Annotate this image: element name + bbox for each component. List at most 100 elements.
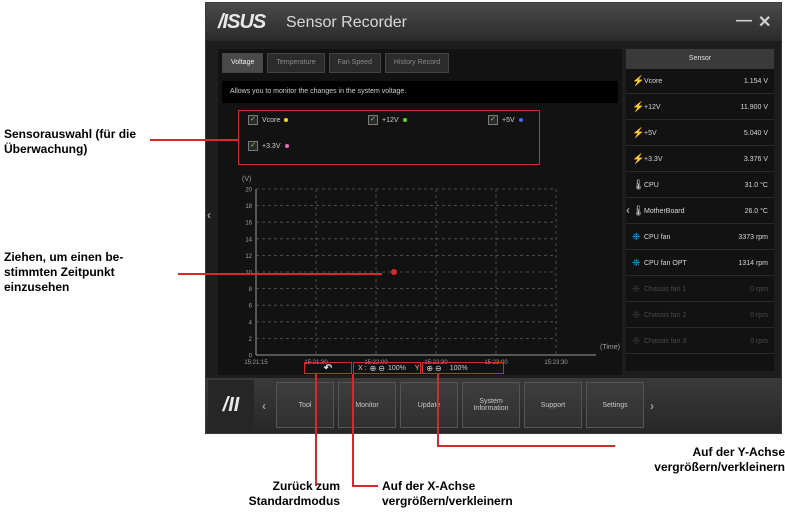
window-title: Sensor Recorder — [286, 14, 407, 31]
title-bar: /ISUS Sensor Recorder — ✕ — [206, 3, 781, 41]
x-zoom-value: 100% — [387, 364, 406, 372]
y-tick-label: 4 — [249, 320, 253, 326]
fan-icon: ❈ — [632, 284, 641, 295]
ai-suite-logo[interactable]: /II — [208, 380, 254, 430]
nav-left-arrow-icon[interactable]: ‹ — [262, 399, 266, 413]
callout-sensor-selection: Sensorauswahl (für die Überwachung) — [4, 127, 137, 156]
bottom-navigation-bar: /II ‹ Tool Monitor Update System Informa… — [206, 378, 781, 433]
y-tick-label: 14 — [245, 237, 252, 243]
tab-fan-speed[interactable]: Fan Speed — [328, 53, 381, 73]
minimize-button[interactable]: — — [736, 12, 752, 30]
sensor-row: 🌡 MotherBoard 26.0 °C — [626, 201, 774, 224]
sensor-value: 31.0 °C — [744, 182, 768, 189]
sensor-name: Vcore — [644, 78, 663, 85]
sensor-value: 3.376 V — [743, 156, 768, 163]
sensor-name: +3.3V — [644, 156, 663, 163]
close-button[interactable]: ✕ — [758, 12, 771, 32]
zoom-controls: ↶ X : ⊕ ⊖ 100% Y : ⊕ ⊖ 100% — [306, 362, 468, 374]
tab-history-record[interactable]: History Record — [384, 53, 450, 73]
voltage-icon: ⚡ — [632, 154, 645, 165]
sensor-value: 5.040 V — [743, 130, 768, 137]
y-tick-label: 16 — [245, 221, 252, 227]
update-button[interactable]: Update — [400, 382, 458, 428]
callout-y-zoom: Auf der Y-Achse vergrößern/verkleinern — [654, 445, 785, 474]
tab-bar: Voltage Temperature Fan Speed History Re… — [222, 53, 450, 73]
callout-reset: Zurück zum Standardmodus — [248, 479, 340, 508]
fan-icon: ❈ — [632, 336, 641, 347]
sensor-name: CPU fan OPT — [644, 260, 687, 267]
sensor-row: 🌡 CPU 31.0 °C — [626, 175, 774, 198]
tab-temperature[interactable]: Temperature — [267, 53, 325, 73]
voltage-icon: ⚡ — [632, 76, 645, 87]
nav-right-arrow-icon[interactable]: › — [650, 399, 654, 413]
y-tick-label: 12 — [245, 254, 252, 260]
sensor-name: Chassis fan 1 — [644, 286, 687, 293]
x-zoom-out-icon[interactable]: ⊖ — [378, 364, 385, 373]
y-zoom-in-icon[interactable]: ⊕ — [426, 364, 433, 373]
y-tick-label: 2 — [249, 337, 253, 343]
description-text: Allows you to monitor the changes in the… — [222, 81, 618, 103]
sensor-name: Chassis fan 2 — [644, 312, 687, 319]
fan-icon: ❈ — [632, 258, 641, 269]
x-zoom-in-icon[interactable]: ⊕ — [370, 364, 377, 373]
tool-button[interactable]: Tool — [276, 382, 334, 428]
support-button[interactable]: Support — [524, 382, 582, 428]
y-tick-label: 18 — [245, 204, 252, 210]
callout-line-x — [352, 374, 354, 486]
y-tick-label: 6 — [249, 304, 253, 310]
panel-toggle-arrow-icon[interactable]: ‹ — [626, 203, 630, 217]
y-tick-label: 0 — [249, 354, 253, 360]
sensor-value: 0 rpm — [750, 286, 768, 293]
sensor-side-panel: Sensor ⚡ Vcore 1.154 V ⚡ +12V 11.900 V ⚡ +5V 5.0… — [626, 49, 774, 371]
sensor-row: ❈ CPU fan 3373 rpm — [626, 227, 774, 250]
sensor-name: Chassis fan 3 — [644, 338, 687, 345]
y-tick-label: 8 — [249, 287, 253, 293]
fan-icon: ❈ — [632, 310, 641, 321]
sensor-value: 3373 rpm — [738, 234, 768, 241]
voltage-icon: ⚡ — [632, 128, 645, 139]
sensor-row: ❈ Chassis fan 1 0 rpm — [626, 279, 774, 302]
sensor-value: 11.900 V — [740, 104, 768, 111]
x-zoom-label: X : — [358, 364, 367, 372]
callout-drag: Ziehen, um einen be-stimmten Zeitpunkt e… — [4, 250, 124, 294]
sensor-name: CPU fan — [644, 234, 671, 241]
x-tick-label: 15:21:15 — [244, 360, 268, 366]
time-cursor-marker[interactable] — [391, 269, 397, 275]
left-arrow-icon[interactable]: ‹ — [207, 208, 211, 222]
callout-line-y — [437, 374, 439, 446]
sensor-name: MotherBoard — [644, 208, 685, 215]
callout-x-zoom: Auf der X-Achse vergrößern/verkleinern — [382, 479, 513, 508]
sensor-row: ⚡ +5V 5.040 V — [626, 123, 774, 146]
main-panel: Voltage Temperature Fan Speed History Re… — [218, 49, 622, 375]
sensor-name: +12V — [644, 104, 661, 111]
voltage-chart[interactable]: (V)0246810121416182015:21:1515:21:3015:2… — [236, 169, 626, 369]
sensor-name: CPU — [644, 182, 659, 189]
voltage-icon: ⚡ — [632, 102, 645, 113]
sensor-value: 0 rpm — [750, 312, 768, 319]
reset-icon[interactable]: ↶ — [306, 363, 350, 374]
monitor-button[interactable]: Monitor — [338, 382, 396, 428]
side-panel-header: Sensor — [626, 49, 774, 69]
thermometer-icon: 🌡 — [632, 206, 645, 217]
y-zoom-out-icon[interactable]: ⊖ — [435, 364, 442, 373]
thermometer-icon: 🌡 — [632, 180, 645, 191]
callout-line-drag — [178, 273, 382, 275]
x-axis-label: (Time) — [600, 344, 620, 351]
sensor-value: 0 rpm — [750, 338, 768, 345]
sensor-name: +5V — [644, 130, 657, 137]
sensor-row: ⚡ +12V 11.900 V — [626, 97, 774, 120]
y-axis-label: (V) — [242, 176, 251, 183]
system-information-button[interactable]: System Information — [462, 382, 520, 428]
sensor-row: ❈ CPU fan OPT 1314 rpm — [626, 253, 774, 276]
settings-button[interactable]: Settings — [586, 382, 644, 428]
tab-voltage[interactable]: Voltage — [222, 53, 264, 73]
callout-line-y-h — [437, 445, 615, 447]
y-tick-label: 20 — [245, 188, 252, 194]
sensor-row: ⚡ Vcore 1.154 V — [626, 71, 774, 94]
asus-logo: /ISUS — [218, 11, 266, 33]
sensor-value: 1.154 V — [743, 78, 768, 85]
callout-line-reset — [315, 374, 317, 486]
sensor-selection-highlight — [238, 110, 540, 165]
sensor-row: ⚡ +3.3V 3.376 V — [626, 149, 774, 172]
sensor-value: 1314 rpm — [738, 260, 768, 267]
